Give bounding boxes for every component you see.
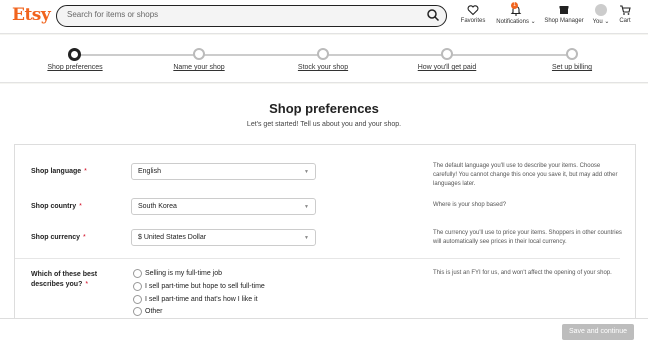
- radio-full-time-label: Selling is my full-time job: [145, 270, 223, 277]
- page-title: Shop preferences: [269, 101, 379, 116]
- shop-language-label: Shop language *: [31, 168, 87, 175]
- notifications-label: Notifications: [496, 19, 529, 25]
- step-dot-get-paid: [441, 48, 453, 60]
- shop-country-label: Shop country *: [31, 203, 82, 210]
- preferences-card: Shop language * English ▼ The default lan…: [14, 144, 636, 324]
- shop-country-value: South Korea: [138, 203, 177, 210]
- shop-language-help: The default language you'll use to descr…: [433, 163, 618, 187]
- radio-circle[interactable]: [133, 295, 142, 304]
- shop-currency-label: Shop currency *: [31, 234, 86, 241]
- heart-icon: [467, 5, 479, 16]
- shop-language-select[interactable]: English ▼: [131, 163, 316, 180]
- chevron-down-icon: ▼: [304, 204, 309, 210]
- radio-other-label: Other: [145, 308, 163, 315]
- shop-currency-help: The currency you'll use to price your it…: [433, 230, 622, 245]
- shop-manager-label: Shop Manager: [544, 18, 584, 24]
- progress-stepper: Shop preferences Name your shop Stock yo…: [0, 35, 648, 83]
- main-content: Shop preferences Let's get started! Tell…: [0, 84, 648, 324]
- chevron-down-icon: ⌄: [602, 19, 610, 25]
- search-icon[interactable]: [426, 8, 440, 22]
- radio-other[interactable]: Other: [133, 307, 163, 316]
- cart-label: Cart: [619, 18, 631, 24]
- shop-currency-value: $ United States Dollar: [138, 234, 207, 241]
- shop-language-label-text: Shop language: [31, 168, 82, 175]
- top-header: Etsy Search for items or shops Favorites…: [0, 0, 648, 34]
- step-set-up-billing[interactable]: Set up billing: [552, 64, 592, 71]
- you-nav[interactable]: You ⌄: [590, 4, 612, 25]
- store-icon: [559, 6, 569, 14]
- describes-you-line2: describes you?: [31, 281, 83, 288]
- step-name-your-shop[interactable]: Name your shop: [173, 64, 224, 71]
- describes-you-line1: Which of these best: [31, 271, 98, 278]
- etsy-logo[interactable]: Etsy: [12, 5, 51, 25]
- footer-bar: Save and continue: [0, 318, 648, 346]
- radio-part-time-like-label: I sell part-time and that's how I like i…: [145, 296, 258, 303]
- radio-full-time[interactable]: Selling is my full-time job: [133, 269, 222, 278]
- you-label: You: [592, 19, 603, 25]
- step-shop-preferences[interactable]: Shop preferences: [47, 64, 102, 71]
- chevron-down-icon: ▼: [304, 169, 309, 175]
- step-dot-stock-your-shop: [317, 48, 329, 60]
- step-stock-your-shop[interactable]: Stock your shop: [298, 64, 348, 71]
- notification-badge: 1: [511, 2, 518, 9]
- search-placeholder: Search for items or shops: [67, 10, 159, 19]
- shop-language-value: English: [138, 168, 161, 175]
- cart-icon: [620, 5, 631, 15]
- search-input[interactable]: Search for items or shops: [56, 5, 447, 27]
- radio-circle[interactable]: [133, 282, 142, 291]
- avatar: [595, 4, 607, 16]
- step-get-paid[interactable]: How you'll get paid: [418, 64, 477, 71]
- section-divider: [15, 258, 620, 259]
- shop-currency-select[interactable]: $ United States Dollar ▼: [131, 229, 316, 246]
- radio-part-time-hope[interactable]: I sell part-time but hope to sell full-t…: [133, 282, 265, 291]
- shop-country-select[interactable]: South Korea ▼: [131, 198, 316, 215]
- required-mark: *: [84, 168, 87, 175]
- step-dot-shop-preferences: [68, 48, 81, 61]
- describes-you-help: This is just an FYI for us, and won't af…: [433, 270, 612, 276]
- radio-circle[interactable]: [133, 307, 142, 316]
- radio-part-time-hope-label: I sell part-time but hope to sell full-t…: [145, 283, 265, 290]
- required-mark: *: [83, 234, 86, 241]
- radio-circle[interactable]: [133, 269, 142, 278]
- shop-country-label-text: Shop country: [31, 203, 77, 210]
- cart-nav[interactable]: Cart: [615, 4, 635, 24]
- chevron-down-icon: ▼: [304, 235, 309, 241]
- notifications-nav[interactable]: 1 Notifications ⌄: [494, 2, 538, 25]
- step-dot-set-up-billing: [566, 48, 578, 60]
- required-mark: *: [79, 203, 82, 210]
- chevron-down-icon: ⌄: [528, 19, 536, 25]
- step-dot-name-your-shop: [193, 48, 205, 60]
- shop-country-help: Where is your shop based?: [433, 202, 507, 208]
- describes-you-line2-wrap: describes you? *: [31, 280, 97, 290]
- radio-part-time-like[interactable]: I sell part-time and that's how I like i…: [133, 295, 258, 304]
- page-subtitle: Let's get started! Tell us about you and…: [246, 121, 402, 128]
- favorites-nav[interactable]: Favorites: [459, 4, 487, 24]
- shop-currency-label-text: Shop currency: [31, 234, 81, 241]
- required-mark: *: [85, 281, 89, 288]
- describes-you-label: Which of these best describes you? *: [31, 270, 97, 290]
- shop-manager-nav[interactable]: Shop Manager: [543, 4, 585, 24]
- favorites-label: Favorites: [460, 18, 486, 24]
- save-and-continue-button[interactable]: Save and continue: [562, 324, 634, 340]
